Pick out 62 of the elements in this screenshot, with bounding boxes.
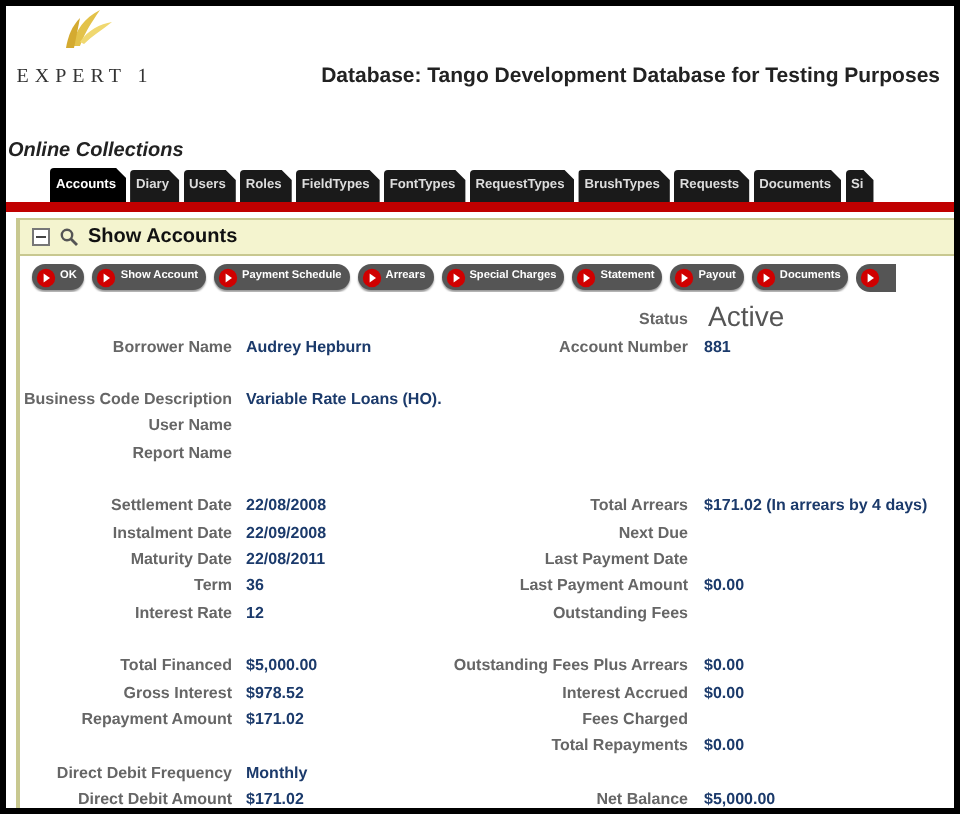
field-label: Net Balance [596,790,688,809]
status-label: Status [637,308,688,332]
play-icon [445,267,466,287]
play-icon [860,268,881,288]
field-value: $0.00 [704,736,745,755]
field-value: $171.02 [246,790,304,809]
field-label: Account Number [559,337,688,356]
field-label: Total Repayments [551,736,688,755]
field-label: User Name [148,416,232,435]
field-value: $5,000.00 [246,656,318,675]
play-icon [755,267,776,287]
field-value: Variable Rate Loans (HO). [246,390,442,409]
status-value: Active [708,300,785,332]
field-value: 22/09/2008 [246,523,327,542]
field-value: $0.00 [704,656,745,675]
field-label: Report Name [132,443,232,462]
play-icon [361,267,382,287]
field-label: Gross Interest [123,683,232,702]
field-label: Last Payment Amount [519,576,688,595]
play-icon [576,267,597,287]
field-label: Settlement Date [111,496,232,515]
field-label: Direct Debit Amount [77,790,232,809]
field-label: Total Financed [120,656,232,675]
field-label: Direct Debit Frequency [56,763,232,782]
field-value: $0.00 [704,683,745,702]
app-title: Online Collections [8,140,184,162]
partial-button[interactable] [856,264,897,292]
field-label: Fees Charged [582,709,688,728]
field-value: $978.52 [246,683,304,702]
database-title: Database: Tango Development Database for Testing Purposes [321,62,940,93]
field-label: Next Due [618,523,688,542]
play-icon [36,267,56,287]
field-label: Last Payment Date [544,550,688,569]
logo-text: EXPERT 1 [16,64,154,92]
field-value: Monthly [246,763,308,782]
field-label: Instalment Date [112,523,232,542]
field-label: Borrower Name [112,337,232,356]
field-value: $171.02 [246,709,304,728]
field-label: Term [194,576,232,595]
field-label: Outstanding Fees [552,603,688,622]
field-label: Interest Accrued [562,683,688,702]
field-value: 22/08/2008 [246,496,327,515]
search-icon [60,228,78,246]
field-value: Audrey Hepburn [246,337,372,356]
panel-title: Show Accounts [88,224,238,252]
field-label: Maturity Date [130,550,232,569]
field-value: $0.00 [704,576,745,595]
field-value: 12 [246,603,264,622]
field-value: $171.02 (In arrears by 4 days) [704,496,928,515]
field-label: Total Arrears [590,496,688,515]
play-icon [674,267,695,287]
field-value: 881 [704,337,731,356]
field-value: $5,000.00 [704,790,776,809]
field-label: Repayment Amount [81,709,232,728]
collapse-icon[interactable] [32,228,50,246]
field-value: 22/08/2011 [246,550,326,569]
field-label: Outstanding Fees Plus Arrears [453,656,688,675]
play-icon [218,267,239,287]
field-label: Business Code Description [23,390,232,409]
field-label: Interest Rate [135,603,232,622]
field-value: 36 [246,576,264,595]
play-icon [96,267,117,287]
